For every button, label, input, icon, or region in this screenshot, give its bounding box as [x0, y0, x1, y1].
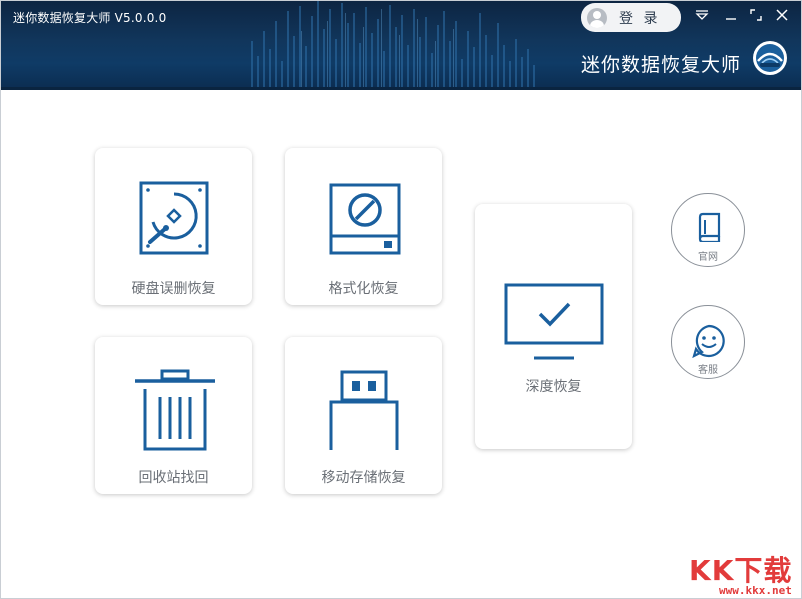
- header-divider: [1, 87, 801, 90]
- user-avatar-icon: [587, 8, 607, 28]
- website-label: 官网: [672, 248, 744, 263]
- tile-label: 深度恢复: [475, 376, 632, 396]
- tile-recycle-bin-recovery[interactable]: 回收站找回: [95, 337, 252, 494]
- website-button[interactable]: 官网: [671, 193, 745, 267]
- tile-disk-delete-recovery[interactable]: 硬盘误删恢复: [95, 148, 252, 305]
- tile-label: 回收站找回: [95, 467, 252, 487]
- app-window: 迷你数据恢复大师 V5.0.0.0 登 录 迷你数据恢复大师: [0, 0, 802, 599]
- maximize-icon[interactable]: [745, 5, 767, 25]
- title-bar: 迷你数据恢复大师 V5.0.0.0 登 录 迷你数据恢复大师: [1, 1, 801, 90]
- customer-service-button[interactable]: 客服: [671, 305, 745, 379]
- login-button[interactable]: 登 录: [581, 3, 681, 32]
- smiley-chat-icon: [692, 324, 726, 358]
- formatted-drive-icon: [328, 182, 402, 256]
- tile-format-recovery[interactable]: 格式化恢复: [285, 148, 442, 305]
- tile-label: 硬盘误删恢复: [95, 278, 252, 298]
- brand-logo-icon: [751, 39, 789, 77]
- tile-deep-recovery[interactable]: 深度恢复: [475, 204, 632, 449]
- brand-name: 迷你数据恢复大师: [581, 50, 741, 77]
- site-watermark: KK下载 www.kkx.net: [685, 549, 802, 599]
- usb-drive-icon: [328, 370, 400, 450]
- trash-bin-icon: [133, 369, 217, 451]
- tile-label: 格式化恢复: [285, 278, 442, 298]
- monitor-check-icon: [503, 282, 605, 362]
- minimize-icon[interactable]: [720, 5, 742, 25]
- login-label: 登 录: [619, 8, 660, 28]
- book-icon: [694, 212, 724, 242]
- tile-removable-storage-recovery[interactable]: 移动存储恢复: [285, 337, 442, 494]
- app-title: 迷你数据恢复大师 V5.0.0.0: [13, 9, 166, 26]
- close-icon[interactable]: [771, 5, 793, 25]
- customer-service-label: 客服: [672, 361, 744, 376]
- watermark-url: www.kkx.net: [719, 584, 792, 597]
- menu-dropdown-icon[interactable]: [691, 5, 713, 25]
- watermark-main: KK下载: [689, 549, 792, 589]
- hard-disk-icon: [138, 180, 210, 256]
- tile-label: 移动存储恢复: [285, 467, 442, 487]
